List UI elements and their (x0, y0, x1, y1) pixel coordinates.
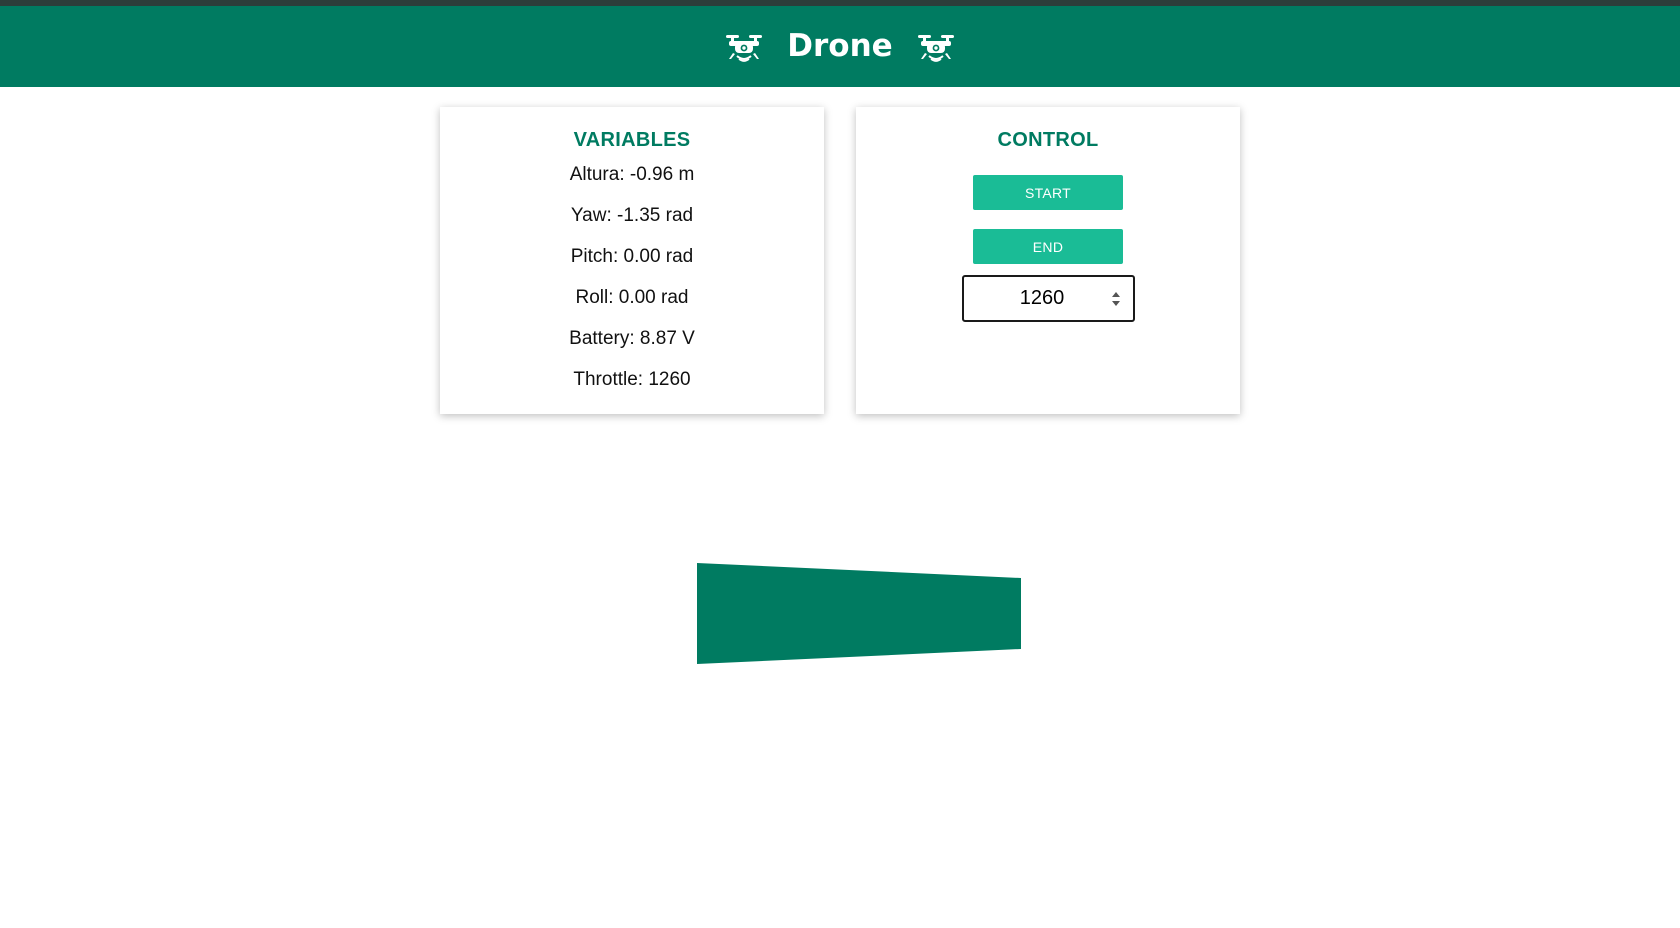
drone-visualization (697, 563, 1021, 664)
drone-body-shape (697, 563, 1021, 664)
